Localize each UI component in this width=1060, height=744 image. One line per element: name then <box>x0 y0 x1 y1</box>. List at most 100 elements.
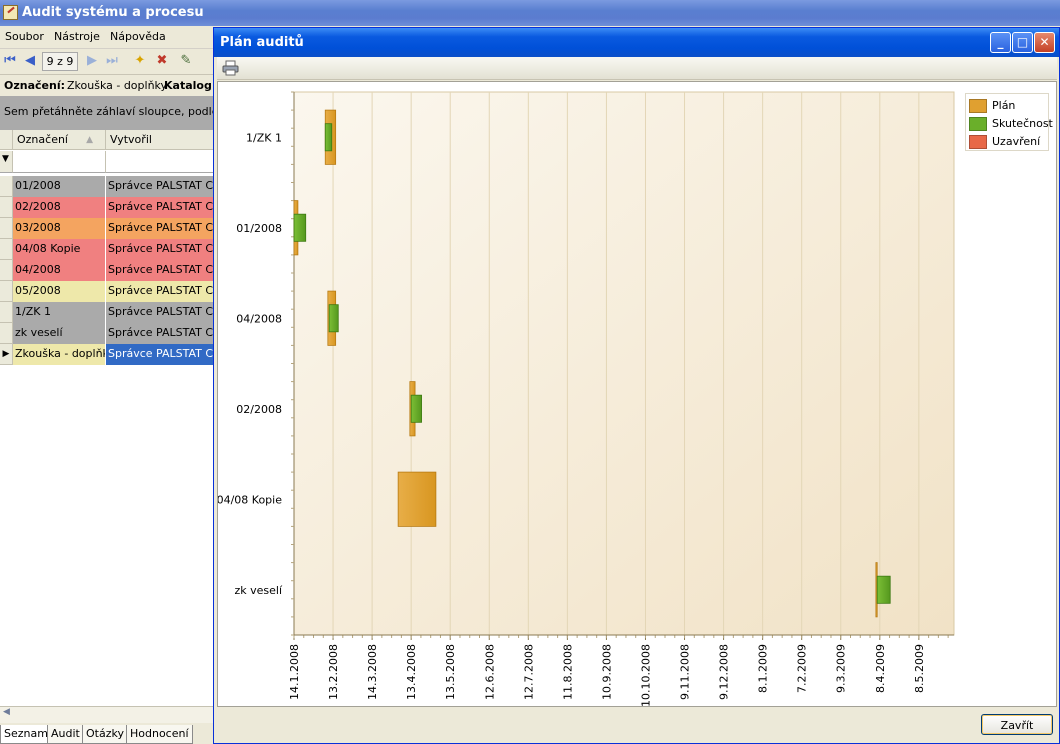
y-category-label: 02/2008 <box>236 403 282 416</box>
menu-napoveda[interactable]: Nápověda <box>110 30 166 43</box>
dialog-title: Plán auditů <box>220 35 304 50</box>
legend-swatch-skutecnost <box>969 117 987 131</box>
column-header-vytvoril[interactable]: Vytvořil <box>106 130 214 150</box>
main-title: Audit systému a procesu <box>22 5 204 20</box>
x-tick-label: 10.10.2008 <box>639 644 652 706</box>
table-row[interactable]: zk veselíSprávce PALSTAT CAQ <box>0 323 214 344</box>
chart-legend: Plán Skutečnost Uzavření <box>965 93 1053 151</box>
cell-vytvoril: Správce PALSTAT CAQ <box>106 302 214 323</box>
menu-soubor[interactable]: Soubor <box>5 30 44 43</box>
row-selector[interactable] <box>0 239 13 260</box>
filter-row-icon: ▼ <box>0 151 13 173</box>
x-tick-label: 8.5.2009 <box>913 644 926 693</box>
cell-oznaceni: 1/ZK 1 <box>13 302 106 323</box>
legend-swatch-uzavreni <box>969 135 987 149</box>
row-selector[interactable] <box>0 323 13 344</box>
row-selector[interactable] <box>0 218 13 239</box>
edit-record-icon[interactable]: ✎ <box>178 53 194 69</box>
cell-oznaceni: zk veselí <box>13 323 106 344</box>
legend-label-plan: Plán <box>992 99 1016 112</box>
table-row[interactable]: 03/2008Správce PALSTAT CAQ <box>0 218 214 239</box>
actual-bar <box>876 575 891 604</box>
cell-vytvoril: Správce PALSTAT CAQ <box>106 197 214 218</box>
cell-oznaceni: 03/2008 <box>13 218 106 239</box>
tab-audit[interactable]: Audit <box>47 725 84 744</box>
window-close-button[interactable]: ✕ <box>1034 32 1055 53</box>
filter-input-oznaceni[interactable] <box>13 151 106 173</box>
gantt-chart-svg: 14.1.2008 13.2.2008 14.3.2008 13.4.2008 13.5… <box>218 91 955 706</box>
legend-swatch-plan <box>969 99 987 113</box>
last-record-icon[interactable]: ⏭ <box>104 53 120 69</box>
cell-vytvoril: Správce PALSTAT CAQ <box>106 344 214 365</box>
table-row[interactable]: 02/2008Správce PALSTAT CAQ <box>0 197 214 218</box>
cell-vytvoril: Správce PALSTAT CAQ <box>106 239 214 260</box>
legend-label-skutecnost: Skutečnost <box>992 117 1053 130</box>
cell-vytvoril: Správce PALSTAT CAQ <box>106 218 214 239</box>
x-tick-label: 13.2.2008 <box>327 644 340 700</box>
table-row[interactable]: 05/2008Správce PALSTAT CAQ <box>0 281 214 302</box>
row-selector[interactable] <box>0 197 13 218</box>
cell-oznaceni: 01/2008 <box>13 176 106 197</box>
x-tick-label: 10.9.2008 <box>600 644 613 700</box>
first-record-icon[interactable]: ⏮ <box>2 53 18 69</box>
x-tick-label: 8.1.2009 <box>757 644 770 693</box>
tab-seznam[interactable]: Seznam <box>0 725 52 744</box>
current-row-indicator-icon[interactable]: ▶ <box>0 344 13 365</box>
maximize-button[interactable]: □ <box>1012 32 1033 53</box>
y-category-label: zk veselí <box>234 584 282 597</box>
row-selector[interactable] <box>0 176 13 197</box>
menu-nastroje[interactable]: Nástroje <box>54 30 100 43</box>
cell-oznaceni: 04/2008 <box>13 260 106 281</box>
actual-bar <box>293 213 307 242</box>
row-selector[interactable] <box>0 281 13 302</box>
cell-vytvoril: Správce PALSTAT CAQ <box>106 260 214 281</box>
x-tick-label: 12.6.2008 <box>483 644 496 700</box>
new-record-icon[interactable]: ✦ <box>132 53 148 69</box>
table-row[interactable]: ▶Zkouška - doplňkySprávce PALSTAT CAQ <box>0 344 214 365</box>
group-by-panel[interactable]: Sem přetáhněte záhlaví sloupce, podle kt… <box>0 96 214 130</box>
row-selector[interactable] <box>0 302 13 323</box>
y-category-label: 01/2008 <box>236 222 282 235</box>
x-tick-label: 14.1.2008 <box>288 644 301 700</box>
column-header-oznaceni-label: Označení <box>17 133 68 146</box>
tab-hodnoceni[interactable]: Hodnocení <box>126 725 193 744</box>
table-row[interactable]: 01/2008Správce PALSTAT CAQ <box>0 176 214 197</box>
scroll-left-icon[interactable]: ◀ <box>3 707 10 717</box>
column-header-vytvoril-label: Vytvořil <box>110 133 152 146</box>
close-button[interactable]: Zavřít <box>981 714 1053 735</box>
grid-corner <box>0 130 13 150</box>
tab-otazky[interactable]: Otázky <box>82 725 128 744</box>
actual-bar <box>328 304 339 333</box>
x-tick-label: 13.4.2008 <box>405 644 418 700</box>
table-row[interactable]: 04/08 KopieSprávce PALSTAT CAQ <box>0 239 214 260</box>
minimize-button[interactable]: _ <box>990 32 1011 53</box>
cell-vytvoril: Správce PALSTAT CAQ <box>106 176 214 197</box>
dialog-titlebar[interactable]: Plán auditů _ □ ✕ <box>214 28 1059 57</box>
x-tick-label: 9.12.2008 <box>718 644 731 700</box>
cell-oznaceni: 05/2008 <box>13 281 106 302</box>
cell-vytvoril: Správce PALSTAT CAQ <box>106 281 214 302</box>
plan-bar <box>397 471 437 527</box>
table-row[interactable]: 1/ZK 1Správce PALSTAT CAQ <box>0 302 214 323</box>
x-tick-label: 11.8.2008 <box>561 644 574 700</box>
main-titlebar: Audit systému a procesu <box>0 0 1060 26</box>
app-icon <box>3 5 18 20</box>
delete-record-icon[interactable]: ✖ <box>154 53 170 69</box>
audit-grid: Označení ▲ Vytvořil ▼ 01/2008 Správce PAL… <box>0 130 214 706</box>
column-header-oznaceni[interactable]: Označení ▲ <box>13 130 106 150</box>
grid-horizontal-scrollbar[interactable]: ◀ <box>0 706 214 723</box>
next-record-icon[interactable]: ▶ <box>84 53 100 69</box>
y-category-label: 04/08 Kopie <box>218 493 282 506</box>
filter-input-vytvoril[interactable] <box>106 151 214 173</box>
row-selector[interactable] <box>0 260 13 281</box>
cell-vytvoril: Správce PALSTAT CAQ <box>106 323 214 344</box>
x-tick-label: 8.4.2009 <box>874 644 887 693</box>
previous-record-icon[interactable]: ◀ <box>22 53 38 69</box>
dialog-toolbar <box>217 57 1057 80</box>
cell-oznaceni: 04/08 Kopie <box>13 239 106 260</box>
table-row[interactable]: 04/2008Správce PALSTAT CAQ <box>0 260 214 281</box>
filter-value-oznaceni: Zkouška - doplňky <box>67 79 168 92</box>
x-tick-label: 12.7.2008 <box>522 644 535 700</box>
print-icon[interactable] <box>222 60 239 76</box>
record-pager: 9 z 9 <box>42 52 78 71</box>
